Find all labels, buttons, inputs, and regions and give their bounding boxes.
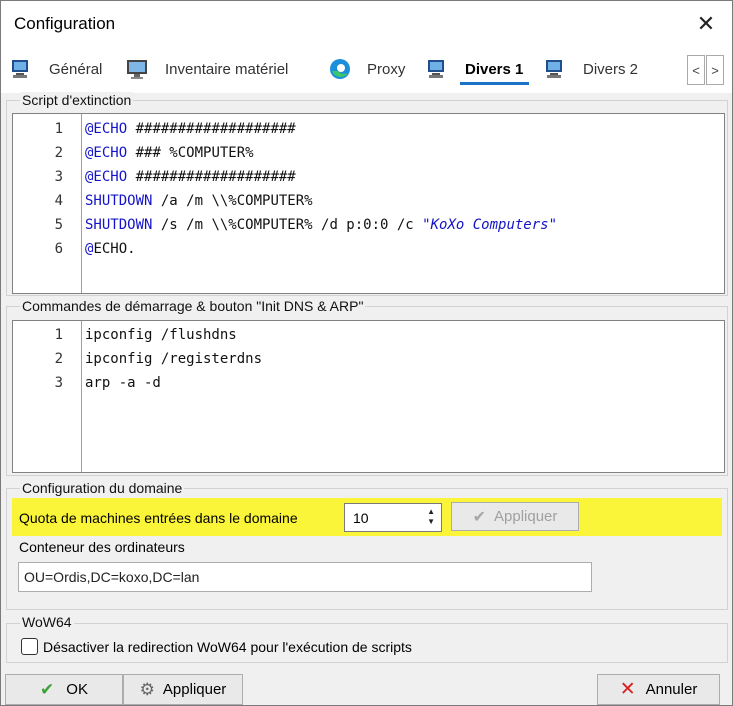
tab-proxy[interactable]: Proxy	[327, 47, 405, 91]
code-text: ipconfig /flushdns	[85, 323, 237, 347]
code-token: ###################	[127, 169, 296, 185]
tab-scroll-next-button[interactable]: >	[706, 55, 724, 85]
code-token: /s /m \\%COMPUTER% /d p:0:0 /c	[152, 217, 423, 233]
wow64-label: WoW64	[20, 614, 74, 630]
shutdown-script-label: Script d'extinction	[20, 92, 134, 108]
container-input[interactable]: OU=Ordis,DC=koxo,DC=lan	[18, 562, 592, 592]
tab-divers-1[interactable]: Divers 1	[425, 47, 529, 91]
line-number: 1	[54, 121, 63, 137]
line-number: 4	[54, 193, 63, 209]
tab-label: Général	[49, 60, 103, 78]
code-line: 6 @ECHO.	[13, 237, 724, 261]
line-number: 3	[54, 169, 63, 185]
code-keyword: @ECHO	[85, 169, 128, 185]
code-text: arp -a -d	[85, 371, 161, 395]
code-line: 1 @ECHO ###################	[13, 117, 724, 141]
apply-button[interactable]: ⚙ Appliquer	[123, 674, 243, 705]
code-line: 2 ipconfig /registerdns	[13, 347, 724, 371]
cancel-button[interactable]: ✕ Annuler	[597, 674, 720, 705]
window-title: Configuration	[14, 14, 116, 33]
tab-inventaire-materiel[interactable]: Inventaire matériel	[125, 47, 288, 91]
code-token: ###################	[127, 121, 296, 137]
code-token: ipconfig /flushdns	[85, 327, 237, 343]
code-text: ipconfig /registerdns	[85, 347, 262, 371]
code-token: /a /m \\%COMPUTER%	[152, 193, 313, 209]
code-text: @ECHO ### %COMPUTER%	[85, 141, 254, 165]
close-icon: ✕	[619, 679, 636, 700]
line-number: 1	[54, 327, 63, 343]
tab-scroll-prev-button[interactable]: <	[687, 55, 705, 85]
wow64-checkbox-label: Désactiver la redirection WoW64 pour l'e…	[43, 639, 412, 655]
tab-label: Proxy	[367, 60, 406, 78]
code-line: 4 SHUTDOWN /a /m \\%COMPUTER%	[13, 189, 724, 213]
code-keyword: @ECHO	[85, 145, 128, 161]
line-number: 5	[54, 217, 63, 233]
quota-apply-button[interactable]: ✔ Appliquer	[451, 502, 579, 531]
quota-value: 10	[353, 510, 369, 526]
computer-icon	[543, 56, 569, 82]
quota-label: Quota de machines entrées dans le domain…	[19, 510, 298, 526]
ok-label: OK	[66, 681, 88, 698]
tab-label: Inventaire matériel	[165, 60, 289, 78]
chevron-left-icon: <	[692, 62, 700, 78]
code-text: @ECHO ###################	[85, 117, 296, 141]
container-label: Conteneur des ordinateurs	[19, 539, 185, 555]
edge-icon	[327, 56, 353, 82]
code-token: ### %COMPUTER%	[127, 145, 254, 161]
code-line: 2 @ECHO ### %COMPUTER%	[13, 141, 724, 165]
tab-label: Divers 2	[583, 60, 639, 78]
code-keyword: SHUTDOWN	[85, 217, 153, 233]
shutdown-script-editor[interactable]: 1 @ECHO ################### 2 @ECHO ### %CO…	[12, 113, 725, 294]
monitor-icon	[125, 56, 151, 82]
code-token: arp -a -d	[85, 375, 161, 391]
close-button[interactable]: ✕	[690, 9, 722, 39]
tab-strip: Général Inventaire matériel Proxy Divers…	[1, 47, 732, 93]
line-number: 3	[54, 375, 63, 391]
tab-general[interactable]: Général	[9, 47, 102, 91]
computer-icon	[425, 56, 451, 82]
cancel-label: Annuler	[645, 681, 698, 698]
code-text: @ECHO.	[85, 237, 136, 261]
wow64-checkbox[interactable]	[21, 638, 38, 655]
check-icon: ✔	[40, 679, 55, 699]
line-number: 2	[54, 145, 63, 161]
title-bar: Configuration ✕	[1, 1, 732, 47]
code-line: 3 @ECHO ###################	[13, 165, 724, 189]
computer-icon	[9, 56, 35, 82]
code-line: 3 arp -a -d	[13, 371, 724, 395]
code-text: SHUTDOWN /a /m \\%COMPUTER%	[85, 189, 313, 213]
code-text: @ECHO ###################	[85, 165, 296, 189]
code-keyword: SHUTDOWN	[85, 193, 153, 209]
tab-label: Divers 1	[465, 60, 524, 78]
tab-divers-2[interactable]: Divers 2	[543, 47, 638, 91]
code-token: ipconfig /registerdns	[85, 351, 263, 367]
chevron-right-icon: >	[711, 62, 719, 78]
gear-icon: ⚙	[139, 679, 155, 699]
configuration-window: Configuration ✕ Général Inventaire matér…	[0, 0, 733, 706]
apply-label: Appliquer	[162, 681, 227, 698]
line-number: 2	[54, 351, 63, 367]
domain-config-label: Configuration du domaine	[20, 480, 185, 496]
code-string: "KoXo Computers"	[422, 217, 558, 233]
quota-spinbox[interactable]: 10 ▲ ▼	[344, 503, 442, 532]
active-tab-indicator	[460, 82, 529, 85]
startup-commands-label: Commandes de démarrage & bouton "Init DN…	[20, 298, 366, 314]
code-line: 5 SHUTDOWN /s /m \\%COMPUTER% /d p:0:0 /c…	[13, 213, 724, 237]
startup-commands-editor[interactable]: 1 ipconfig /flushdns 2 ipconfig /registerdn…	[12, 320, 725, 473]
code-text: SHUTDOWN /s /m \\%COMPUTER% /d p:0:0 /c …	[85, 213, 557, 237]
line-number: 6	[54, 241, 63, 257]
code-keyword: @ECHO	[85, 121, 128, 137]
check-icon: ✔	[472, 508, 486, 526]
close-icon: ✕	[696, 11, 716, 36]
code-line: 1 ipconfig /flushdns	[13, 323, 724, 347]
code-token: ECHO.	[93, 241, 136, 257]
spin-arrows-icon[interactable]: ▲ ▼	[427, 507, 435, 527]
quota-apply-label: Appliquer	[494, 508, 558, 525]
ok-button[interactable]: ✔ OK	[5, 674, 123, 705]
